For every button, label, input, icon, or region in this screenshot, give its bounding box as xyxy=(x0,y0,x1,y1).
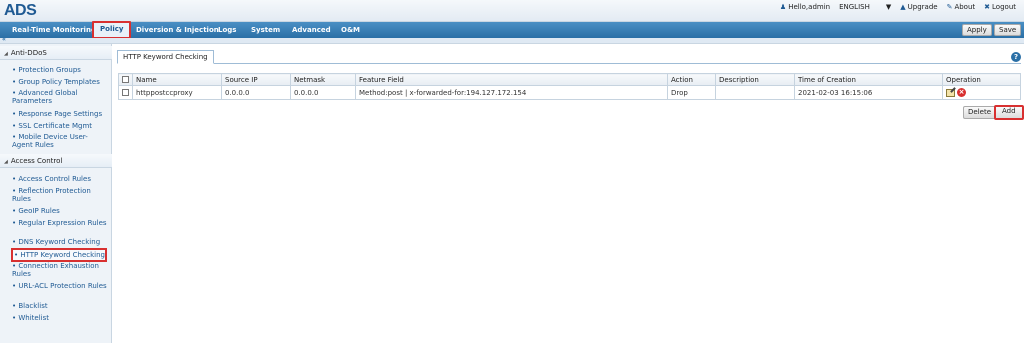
col-feature-field[interactable]: Feature Field xyxy=(355,73,668,86)
row-checkbox[interactable] xyxy=(122,89,129,96)
cell-netmask: 0.0.0.0 xyxy=(290,85,356,100)
nav-logs[interactable]: Logs xyxy=(218,22,236,38)
sidebar-item-response-page-settings[interactable]: • Response Page Settings xyxy=(12,110,108,118)
cell-name: httppostccproxy xyxy=(132,85,222,100)
logout-link[interactable]: ✖ Logout xyxy=(984,3,1016,11)
expand-triangle-icon: ◢ xyxy=(4,51,8,57)
nav-system[interactable]: System xyxy=(251,22,280,38)
upgrade-link[interactable]: ▲ Upgrade xyxy=(900,3,937,11)
cell-description xyxy=(715,85,795,100)
help-icon[interactable]: ? xyxy=(1011,52,1021,62)
sidebar-section-access-control[interactable]: ◢ Access Control xyxy=(0,154,112,168)
row-select-cell xyxy=(118,85,133,100)
main-content: HTTP Keyword Checking ? Name Source IP N… xyxy=(113,44,1024,343)
sidebar-item-protection-groups[interactable]: • Protection Groups xyxy=(12,66,108,74)
sidebar-item-connection-exhaustion-rules[interactable]: • Connection Exhaustion Rules xyxy=(12,262,108,278)
sidebar-item-http-keyword-checking[interactable]: • HTTP Keyword Checking xyxy=(11,248,107,262)
add-button[interactable]: Add xyxy=(994,105,1024,120)
sidebar-item-dns-keyword-checking[interactable]: • DNS Keyword Checking xyxy=(12,238,108,246)
cell-time-of-creation: 2021-02-03 16:15:06 xyxy=(794,85,943,100)
sidebar-item-geoip-rules[interactable]: • GeoIP Rules xyxy=(12,207,108,215)
nav-policy[interactable]: Policy xyxy=(92,21,132,39)
col-operation: Operation xyxy=(942,73,1021,86)
sidebar-section-anti-ddos[interactable]: ◢ Anti-DDoS xyxy=(0,46,112,60)
logout-icon: ✖ xyxy=(984,3,991,11)
sidebar-item-url-acl-protection-rules[interactable]: • URL-ACL Protection Rules xyxy=(12,282,108,290)
col-name[interactable]: Name xyxy=(132,73,222,86)
sidebar-item-reflection-protection-rules[interactable]: • Reflection Protection Rules xyxy=(12,187,108,203)
col-action[interactable]: Action xyxy=(667,73,716,86)
cell-feature-field: Method:post | x-forwarded-for:194.127.17… xyxy=(355,85,668,100)
col-netmask[interactable]: Netmask xyxy=(290,73,356,86)
about-icon: ✎ xyxy=(946,3,953,11)
sidebar-item-group-policy-templates[interactable]: • Group Policy Templates xyxy=(12,78,108,86)
collapse-sidebar-icon[interactable]: « xyxy=(2,36,6,43)
sidebar-item-ssl-certificate-mgmt[interactable]: • SSL Certificate Mgmt xyxy=(12,122,108,130)
language-select[interactable]: ENGLISH ▼ xyxy=(839,3,891,11)
sidebar-item-advanced-global-parameters[interactable]: • Advanced Global Parameters xyxy=(12,89,108,105)
top-bar: ADS ♟ Hello,admin ENGLISH ▼ ▲ Upgrade ✎ Abou… xyxy=(0,0,1024,22)
sidebar-item-mobile-device-user-agent-rules[interactable]: • Mobile Device User-Agent Rules xyxy=(12,133,108,149)
upgrade-icon: ▲ xyxy=(900,3,906,11)
delete-icon[interactable]: × xyxy=(957,88,966,97)
sidebar-item-regular-expression-rules[interactable]: • Regular Expression Rules xyxy=(12,219,108,227)
select-all-cell xyxy=(118,73,133,86)
cell-operation: × xyxy=(942,85,1021,100)
apply-button[interactable]: Apply xyxy=(962,24,992,36)
sidebar-item-blacklist[interactable]: • Blacklist xyxy=(12,302,108,310)
panel-header: HTTP Keyword Checking ? xyxy=(117,50,1021,64)
sidebar-item-whitelist[interactable]: • Whitelist xyxy=(12,314,108,322)
col-time-of-creation[interactable]: Time of Creation xyxy=(794,73,943,86)
tab-http-keyword-checking[interactable]: HTTP Keyword Checking xyxy=(117,50,214,64)
about-link[interactable]: ✎ About xyxy=(947,3,976,11)
cell-source-ip: 0.0.0.0 xyxy=(221,85,291,100)
save-button[interactable]: Save xyxy=(994,24,1022,36)
chevron-down-icon: ▼ xyxy=(885,3,892,11)
user-menu[interactable]: ♟ Hello,admin xyxy=(780,3,830,11)
nav-diversion-injection[interactable]: Diversion & Injection xyxy=(136,22,219,38)
expand-triangle-icon: ◢ xyxy=(4,159,8,165)
table-row: httppostccproxy 0.0.0.0 0.0.0.0 Method:p… xyxy=(118,85,1021,100)
col-description[interactable]: Description xyxy=(715,73,795,86)
sidebar: ◢ Anti-DDoS • Protection Groups • Group P… xyxy=(0,44,112,343)
col-source-ip[interactable]: Source IP xyxy=(221,73,291,86)
nav-om[interactable]: O&M xyxy=(341,22,360,38)
delete-button[interactable]: Delete xyxy=(963,106,996,119)
user-icon: ♟ xyxy=(779,3,787,11)
table-header-row: Name Source IP Netmask Feature Field Act… xyxy=(118,73,1021,86)
app-logo: ADS xyxy=(4,2,37,19)
nav-real-time-monitoring[interactable]: Real-Time Monitoring xyxy=(12,22,96,38)
select-all-checkbox[interactable] xyxy=(122,76,129,83)
user-bar: ♟ Hello,admin ENGLISH ▼ ▲ Upgrade ✎ About ✖ L… xyxy=(780,3,1016,11)
nav-advanced[interactable]: Advanced xyxy=(292,22,331,38)
main-nav: Real-Time Monitoring Policy Diversion & … xyxy=(0,21,1024,39)
edit-icon[interactable] xyxy=(946,88,955,97)
rules-table: Name Source IP Netmask Feature Field Act… xyxy=(118,73,1021,100)
cell-action: Drop xyxy=(667,85,716,100)
sidebar-item-access-control-rules[interactable]: • Access Control Rules xyxy=(12,175,108,183)
